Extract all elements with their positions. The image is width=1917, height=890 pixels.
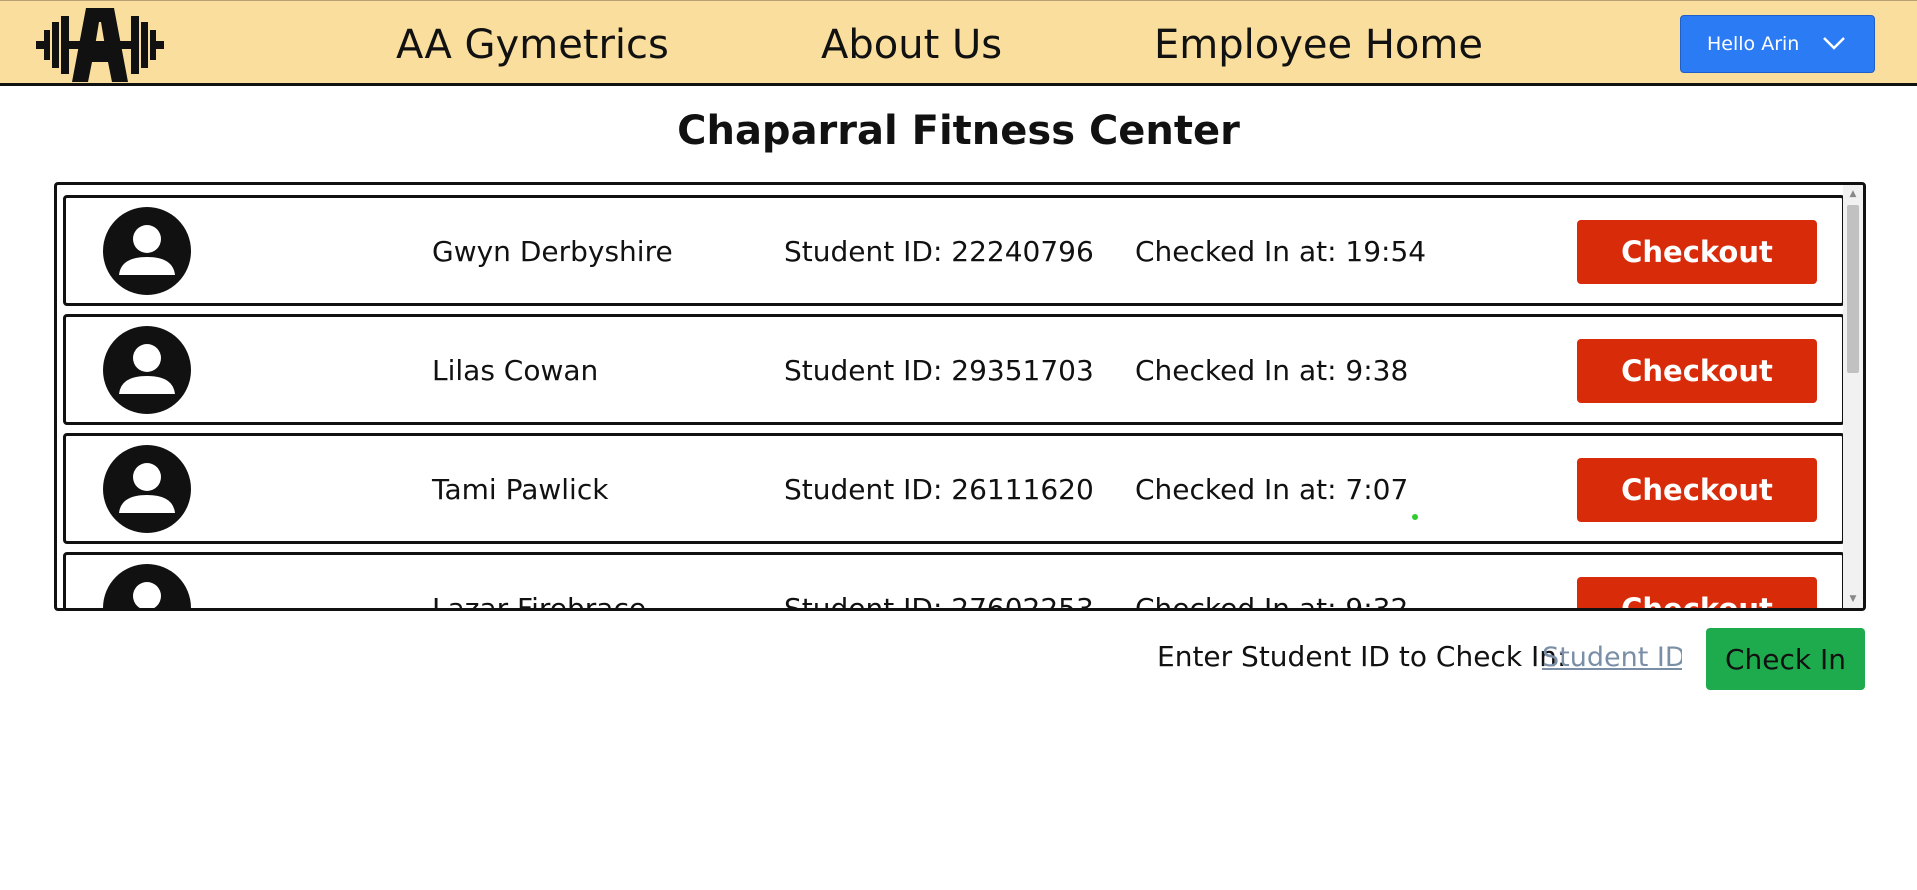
user-avatar-icon xyxy=(103,207,191,295)
user-greeting: Hello Arin xyxy=(1707,33,1800,55)
checked-in-list[interactable]: Gwyn Derbyshire Student ID: 22240796 Check… xyxy=(54,182,1866,611)
scrollbar[interactable]: ▲ ▼ xyxy=(1843,185,1863,608)
student-name: Tami Pawlick xyxy=(432,473,609,506)
scroll-thumb[interactable] xyxy=(1847,205,1859,373)
checkin-label: Enter Student ID to Check In: xyxy=(1157,640,1567,673)
nav-link-about-us[interactable]: About Us xyxy=(821,21,1002,69)
student-name: Gwyn Derbyshire xyxy=(432,235,673,268)
student-row: Lazar Firebrace Student ID: 27602253 Check… xyxy=(63,552,1845,611)
checked-in-time: Checked In at: 19:54 xyxy=(1135,235,1427,268)
user-avatar-icon xyxy=(103,564,191,608)
student-id: Student ID: 22240796 xyxy=(784,235,1094,268)
checked-in-time: Checked In at: 7:07 xyxy=(1135,473,1409,506)
student-name: Lazar Firebrace xyxy=(432,592,647,611)
user-menu-button[interactable]: Hello Arin xyxy=(1680,15,1875,73)
student-name: Lilas Cowan xyxy=(432,354,599,387)
cursor-indicator xyxy=(1412,514,1418,520)
student-id: Student ID: 26111620 xyxy=(784,473,1094,506)
student-row: Tami Pawlick Student ID: 26111620 Checked … xyxy=(63,433,1845,544)
checkout-button[interactable]: Checkout xyxy=(1577,458,1817,522)
check-in-button[interactable]: Check In xyxy=(1706,628,1865,690)
student-id: Student ID: 27602253 xyxy=(784,592,1094,611)
checkout-button[interactable]: Checkout xyxy=(1577,220,1817,284)
student-row: Lilas Cowan Student ID: 29351703 Checked I… xyxy=(63,314,1845,425)
user-avatar-icon xyxy=(103,326,191,414)
student-id-input[interactable] xyxy=(1542,638,1682,676)
top-navbar: AA Gymetrics About Us Employee Home Hell… xyxy=(0,0,1917,86)
scroll-down-arrow-icon[interactable]: ▼ xyxy=(1843,592,1863,606)
student-rows: Gwyn Derbyshire Student ID: 22240796 Check… xyxy=(63,195,1845,611)
page-title: Chaparral Fitness Center xyxy=(677,108,1240,154)
scroll-up-arrow-icon[interactable]: ▲ xyxy=(1843,187,1863,201)
checked-in-time: Checked In at: 9:32 xyxy=(1135,592,1409,611)
gym-logo-icon[interactable] xyxy=(36,8,164,82)
chevron-down-icon xyxy=(1823,37,1845,50)
nav-link-aa-gymetrics[interactable]: AA Gymetrics xyxy=(396,21,669,69)
checked-in-time: Checked In at: 9:38 xyxy=(1135,354,1409,387)
checkout-button[interactable]: Checkout xyxy=(1577,577,1817,608)
user-avatar-icon xyxy=(103,445,191,533)
student-id: Student ID: 29351703 xyxy=(784,354,1094,387)
nav-link-employee-home[interactable]: Employee Home xyxy=(1154,21,1483,69)
student-row: Gwyn Derbyshire Student ID: 22240796 Check… xyxy=(63,195,1845,306)
checkout-button[interactable]: Checkout xyxy=(1577,339,1817,403)
